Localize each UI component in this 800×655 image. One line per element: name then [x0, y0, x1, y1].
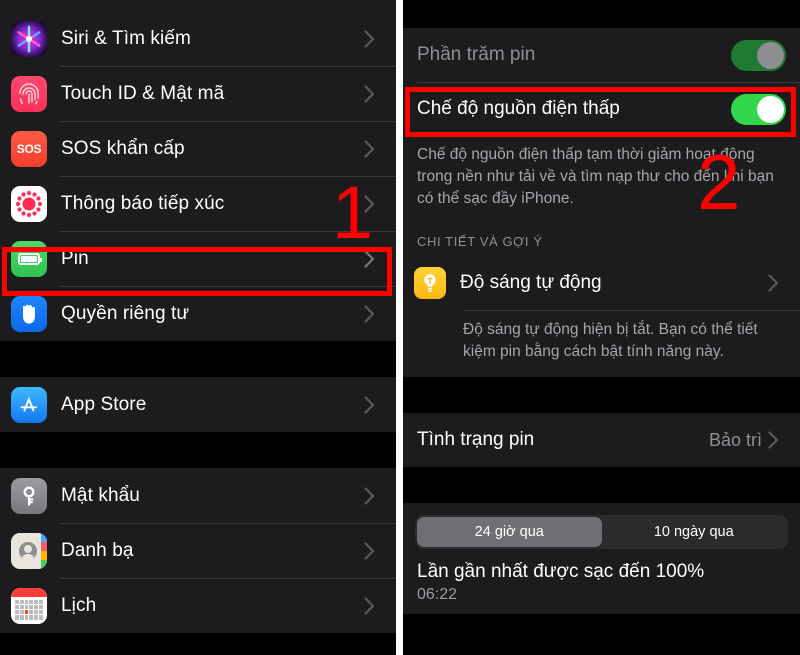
battery-health-value: Bảo trì	[708, 429, 762, 450]
calendar-header-icon	[11, 587, 47, 597]
chevron-right-icon	[364, 84, 384, 103]
panel-divider	[396, 0, 403, 655]
contacts-icon	[11, 532, 47, 569]
exposure-icon	[11, 185, 47, 222]
battery-percentage-row[interactable]: Phần trăm pin	[403, 28, 800, 82]
battery-settings-panel: Phần trăm pin Chế độ nguồn điện thấp Chế…	[403, 0, 800, 655]
sidebar-item-app-store[interactable]: App Store	[0, 377, 396, 432]
row-divider	[417, 82, 800, 83]
auto-brightness-description: Độ sáng tự động hiện bị tắt. Bạn có thể …	[463, 321, 758, 360]
low-power-mode-toggle[interactable]	[731, 93, 786, 125]
auto-brightness-description-wrap: Độ sáng tự động hiện bị tắt. Bạn có thể …	[403, 310, 800, 377]
battery-percentage-label: Phần trăm pin	[417, 44, 536, 65]
sidebar-item-siri[interactable]: Siri & Tìm kiếm	[0, 11, 396, 66]
chevron-right-icon	[768, 274, 788, 292]
screenshot-root: Siri & Tìm kiếm Touch ID & Mật mã SOS SO…	[0, 0, 800, 655]
siri-icon	[11, 20, 47, 57]
battery-percentage-toggle[interactable]	[731, 39, 786, 71]
row-divider	[463, 310, 800, 311]
group-spacer	[403, 377, 800, 413]
fingerprint-icon	[19, 82, 39, 104]
sidebar-item-label: App Store	[61, 393, 147, 415]
password-icon	[11, 477, 47, 514]
last-charge-title: Lần gần nhất được sạc đến 100%	[417, 561, 705, 582]
sidebar-item-label: Pin	[61, 247, 89, 269]
usage-range-segmented-control[interactable]: 24 giờ qua 10 ngày qua	[415, 515, 788, 549]
low-power-mode-label: Chế độ nguồn điện thấp	[417, 98, 620, 119]
toggle-knob	[757, 95, 784, 123]
siri-swirl-icon	[17, 25, 41, 52]
sidebar-item-label: Mật khẩu	[61, 484, 140, 506]
chevron-right-icon	[768, 431, 788, 449]
list-top-inset	[0, 0, 396, 12]
sidebar-item-calendar[interactable]: Lịch	[0, 578, 396, 633]
bulb-icon	[414, 267, 446, 299]
low-power-mode-row[interactable]: Chế độ nguồn điện thấp	[403, 82, 800, 136]
battery-health-label: Tình trạng pin	[417, 429, 535, 450]
appstore-icon	[11, 386, 47, 423]
sidebar-item-label: SOS khẩn cấp	[61, 137, 185, 159]
chevron-right-icon	[364, 541, 384, 560]
details-section-header: CHI TIẾT VÀ GỢI Ý	[403, 224, 800, 256]
appstore-a-icon	[20, 396, 37, 411]
status-bar-area	[403, 0, 800, 28]
low-power-mode-description: Chế độ nguồn điện thấp tạm thời giảm hoạ…	[403, 136, 800, 224]
battery-glyph-icon	[18, 252, 42, 265]
contacts-tabs-icon	[41, 532, 47, 569]
privacy-icon	[11, 295, 47, 332]
toggle-knob	[757, 41, 784, 69]
sidebar-item-label: Lịch	[61, 594, 97, 616]
sidebar-item-label: Touch ID & Mật mã	[61, 82, 225, 104]
auto-brightness-label: Độ sáng tự động	[460, 272, 602, 293]
auto-brightness-row[interactable]: Độ sáng tự động	[403, 256, 800, 310]
chevron-right-icon	[364, 395, 384, 414]
annotation-number-1: 1	[332, 171, 374, 254]
last-charge-time: 06:22	[417, 586, 458, 603]
sidebar-item-emergency-sos[interactable]: SOS SOS khẩn cấp	[0, 121, 396, 176]
calendar-icon	[11, 587, 47, 624]
sidebar-item-passwords[interactable]: Mật khẩu	[0, 468, 396, 523]
sidebar-item-privacy[interactable]: Quyền riêng tư	[0, 286, 396, 341]
key-icon	[23, 485, 35, 506]
annotation-number-2: 2	[697, 138, 741, 226]
sidebar-item-label: Siri & Tìm kiếm	[61, 27, 191, 49]
sidebar-item-label: Thông báo tiếp xúc	[61, 192, 225, 214]
group-spacer	[0, 432, 396, 468]
contacts-avatar-icon	[19, 541, 37, 560]
group-spacer	[0, 341, 396, 377]
sidebar-item-label: Danh bạ	[61, 539, 134, 561]
segment-last-24-hours[interactable]: 24 giờ qua	[417, 517, 602, 547]
calendar-grid-icon	[15, 599, 43, 620]
settings-list-panel: Siri & Tìm kiếm Touch ID & Mật mã SOS SO…	[0, 0, 396, 655]
sidebar-item-touch-id[interactable]: Touch ID & Mật mã	[0, 66, 396, 121]
chevron-right-icon	[364, 29, 384, 48]
lightbulb-glyph-icon	[424, 274, 436, 292]
exposure-core-icon	[22, 197, 36, 210]
chevron-right-icon	[364, 304, 384, 323]
usage-range-wrap: 24 giờ qua 10 ngày qua	[403, 503, 800, 555]
hand-icon	[23, 304, 35, 324]
chevron-right-icon	[364, 486, 384, 505]
group-spacer	[403, 467, 800, 503]
sidebar-item-contacts[interactable]: Danh bạ	[0, 523, 396, 578]
chevron-right-icon	[364, 139, 384, 158]
sidebar-item-label: Quyền riêng tư	[61, 302, 190, 324]
battery-icon	[11, 240, 47, 277]
sos-icon-text: SOS	[16, 141, 42, 156]
chevron-right-icon	[364, 596, 384, 615]
touchid-icon	[11, 75, 47, 112]
segment-last-10-days[interactable]: 10 ngày qua	[602, 517, 787, 547]
settings-group-2: App Store	[0, 377, 396, 432]
last-charge-block: Lần gần nhất được sạc đến 100% 06:22	[403, 555, 800, 614]
sos-icon: SOS	[11, 130, 47, 167]
settings-group-3: Mật khẩu Danh bạ Lịch	[0, 468, 396, 633]
battery-health-row[interactable]: Tình trạng pin Bảo trì	[403, 413, 800, 467]
